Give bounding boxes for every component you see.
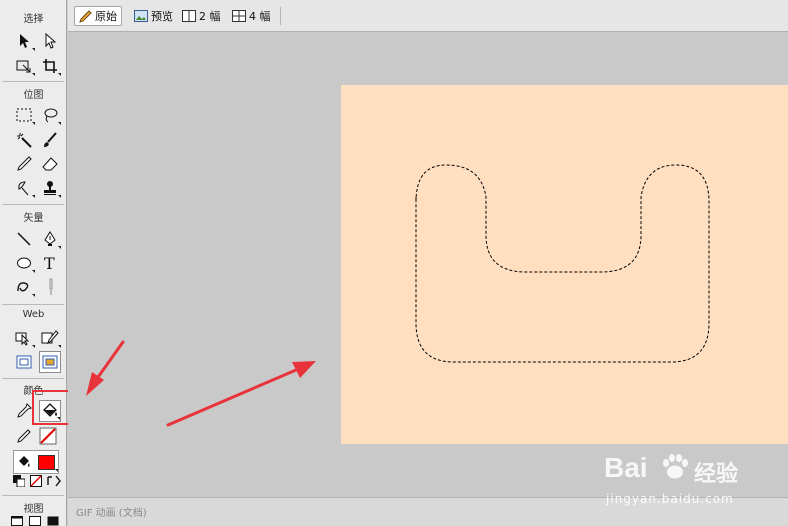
subselection-tool[interactable] xyxy=(39,30,61,52)
fill-color-swatch[interactable] xyxy=(38,455,55,470)
freeform-icon xyxy=(17,282,29,292)
toolbar-divider xyxy=(2,204,64,205)
pen-tool[interactable] xyxy=(39,228,61,250)
rubber-stamp-tool[interactable] xyxy=(39,177,61,199)
image-preview-icon xyxy=(134,10,148,22)
magic-wand-tool[interactable] xyxy=(13,129,35,151)
standard-screen-mode-button[interactable] xyxy=(10,516,24,526)
tab-label: 预览 xyxy=(151,10,173,23)
eraser-icon xyxy=(42,157,58,171)
tab-label: 原始 xyxy=(95,10,117,23)
swap-colors-icon xyxy=(47,475,61,487)
pointer-tool[interactable] xyxy=(13,30,35,52)
lasso-tool[interactable] xyxy=(39,104,61,126)
crop-tool[interactable] xyxy=(39,55,61,77)
blur-icon xyxy=(18,181,29,196)
pencil-icon xyxy=(79,9,92,23)
marquee-selection-path xyxy=(415,164,710,363)
status-text: GIF 动画 (文档) xyxy=(76,508,147,519)
slice-icon xyxy=(41,330,59,345)
ellipse-icon xyxy=(17,257,31,269)
marquee-tool[interactable] xyxy=(13,104,35,126)
section-title-view: 视图 xyxy=(23,504,44,515)
baidu-jingyan-watermark: Bai 经验 jingyan.baidu.com xyxy=(600,440,780,510)
line-icon xyxy=(17,232,31,246)
hide-slices-button[interactable] xyxy=(13,351,35,373)
scale-icon xyxy=(16,60,31,73)
eraser-tool[interactable] xyxy=(39,153,61,175)
paw-logo-icon xyxy=(663,454,688,479)
tab-label: 2 幅 xyxy=(199,10,221,23)
no-stroke-swatch-icon xyxy=(39,427,57,445)
four-up-icon xyxy=(232,10,246,22)
fill-color-control[interactable] xyxy=(13,450,59,474)
subselection-icon xyxy=(45,33,57,49)
freeform-tool[interactable] xyxy=(13,276,35,298)
screen-mode-icon xyxy=(29,516,41,526)
toolbar-divider xyxy=(2,378,64,379)
watermark-url: jingyan.baidu.com xyxy=(606,492,734,506)
workspace xyxy=(68,33,788,497)
no-color-button[interactable] xyxy=(29,474,43,488)
tab-original[interactable]: 原始 xyxy=(74,6,122,26)
document-view-tabs: 原始 预览 2 幅 4 幅 xyxy=(68,0,788,32)
section-title-select: 选择 xyxy=(23,14,44,25)
document-canvas[interactable] xyxy=(341,85,788,444)
ellipse-tool[interactable] xyxy=(13,252,35,274)
tab-preview[interactable]: 预览 xyxy=(130,6,177,26)
tab-label: 4 幅 xyxy=(249,10,271,23)
eyedropper-icon xyxy=(17,403,32,418)
slice-tool[interactable] xyxy=(39,327,61,349)
toolbar-divider xyxy=(2,304,64,305)
knife-icon xyxy=(49,278,53,295)
pointer-icon xyxy=(20,34,29,48)
swap-colors-button[interactable] xyxy=(46,474,62,488)
hotspot-icon xyxy=(15,332,30,346)
two-up-icon xyxy=(182,10,196,22)
screen-mode-icon xyxy=(47,516,59,526)
toolbar-divider xyxy=(2,81,64,82)
pencil-tool[interactable] xyxy=(13,153,35,175)
section-title-vector: 矢量 xyxy=(23,213,44,224)
screen-mode-icon xyxy=(11,516,23,526)
marquee-icon xyxy=(16,108,32,122)
full-screen-menus-button[interactable] xyxy=(28,516,42,526)
line-tool[interactable] xyxy=(13,228,35,250)
full-screen-mode-button[interactable] xyxy=(46,516,60,526)
toolbar-divider xyxy=(280,7,281,25)
tab-4-up[interactable]: 4 幅 xyxy=(228,6,275,26)
watermark-logo: Bai xyxy=(604,452,648,483)
watermark-cn: 经验 xyxy=(694,462,739,487)
brush-icon xyxy=(44,132,57,147)
stroke-color-pencil[interactable] xyxy=(13,425,35,447)
text-tool[interactable]: T xyxy=(39,252,61,274)
brush-tool[interactable] xyxy=(39,129,61,151)
section-title-bitmap: 位图 xyxy=(23,90,44,101)
show-slices-icon xyxy=(42,355,58,369)
svg-text:T: T xyxy=(44,255,55,271)
text-icon: T xyxy=(44,255,55,271)
blur-tool[interactable] xyxy=(13,177,35,199)
knife-tool[interactable] xyxy=(39,276,61,298)
lasso-icon xyxy=(44,108,58,123)
hotspot-tool[interactable] xyxy=(13,327,35,349)
crop-icon xyxy=(43,59,57,73)
fill-bucket-icon xyxy=(19,456,30,467)
default-colors-icon xyxy=(13,475,25,487)
hide-slices-icon xyxy=(16,355,32,369)
no-color-icon xyxy=(30,475,42,487)
tab-2-up[interactable]: 2 幅 xyxy=(178,6,225,26)
pencil-icon xyxy=(17,156,32,171)
tools-panel: 选择 位图 矢量 T Web 颜色 视图 xyxy=(0,0,86,526)
stroke-pencil-icon xyxy=(17,429,31,443)
scale-tool[interactable] xyxy=(13,55,35,77)
stroke-color-swatch[interactable] xyxy=(37,425,59,447)
magic-wand-icon xyxy=(17,133,32,148)
pen-icon xyxy=(44,231,56,246)
default-colors-button[interactable] xyxy=(12,474,26,488)
section-title-web: Web xyxy=(22,309,45,320)
toolbar-divider xyxy=(2,495,64,496)
rubber-stamp-icon xyxy=(44,181,56,195)
show-slices-button[interactable] xyxy=(39,351,61,373)
